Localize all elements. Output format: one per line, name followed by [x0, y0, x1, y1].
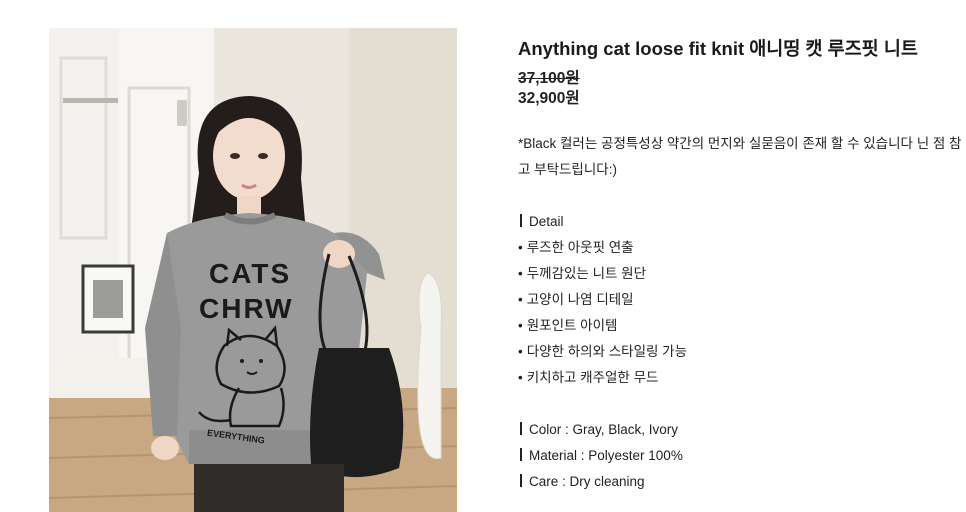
product-page: CATS CHRW EVERYTHING Anything cat loose … [0, 0, 966, 512]
detail-item: • 다양한 하의와 스타일링 가능 [518, 344, 688, 359]
spec-bar [520, 422, 522, 435]
heading-bar [520, 214, 522, 227]
product-title: Anything cat loose fit knit 애니띵 캣 루즈핏 니트 [518, 38, 918, 59]
detail-heading-label: Detail [529, 214, 564, 229]
detail-item: • 키치하고 캐주얼한 무드 [518, 370, 659, 385]
original-price: 37,100원 [518, 70, 580, 87]
model-wearing-cat-knit-image: CATS CHRW EVERYTHING [49, 28, 457, 512]
spec-material: Material : Polyester 100% [518, 443, 966, 469]
spec-list: Color : Gray, Black, Ivory Material : Po… [518, 417, 966, 495]
product-photo[interactable]: CATS CHRW EVERYTHING [49, 28, 457, 512]
detail-heading: Detail [518, 209, 966, 235]
product-info: Anything cat loose fit knit 애니띵 캣 루즈핏 니트… [518, 36, 966, 495]
detail-item: • 고양이 나염 디테일 [518, 292, 634, 307]
detail-list: • 루즈한 아웃핏 연출 • 두께감있는 니트 원단 • 고양이 나염 디테일 • 원포… [518, 235, 966, 391]
sweater-print-line2: CHRW [199, 293, 294, 324]
spec-color: Color : Gray, Black, Ivory [518, 417, 966, 443]
detail-item: • 루즈한 아웃핏 연출 [518, 240, 634, 255]
sweater-print-line1: CATS [209, 258, 291, 289]
color-notice: *Black 컬러는 공정특성상 약간의 먼지와 실묻음이 존재 할 수 있습니… [518, 136, 962, 177]
detail-item: • 원포인트 아이템 [518, 318, 618, 333]
spec-bar [520, 448, 522, 461]
detail-item: • 두께감있는 니트 원단 [518, 266, 647, 281]
sale-price: 32,900원 [518, 90, 580, 107]
spec-care: Care : Dry cleaning [518, 469, 966, 495]
spec-bar [520, 474, 522, 487]
